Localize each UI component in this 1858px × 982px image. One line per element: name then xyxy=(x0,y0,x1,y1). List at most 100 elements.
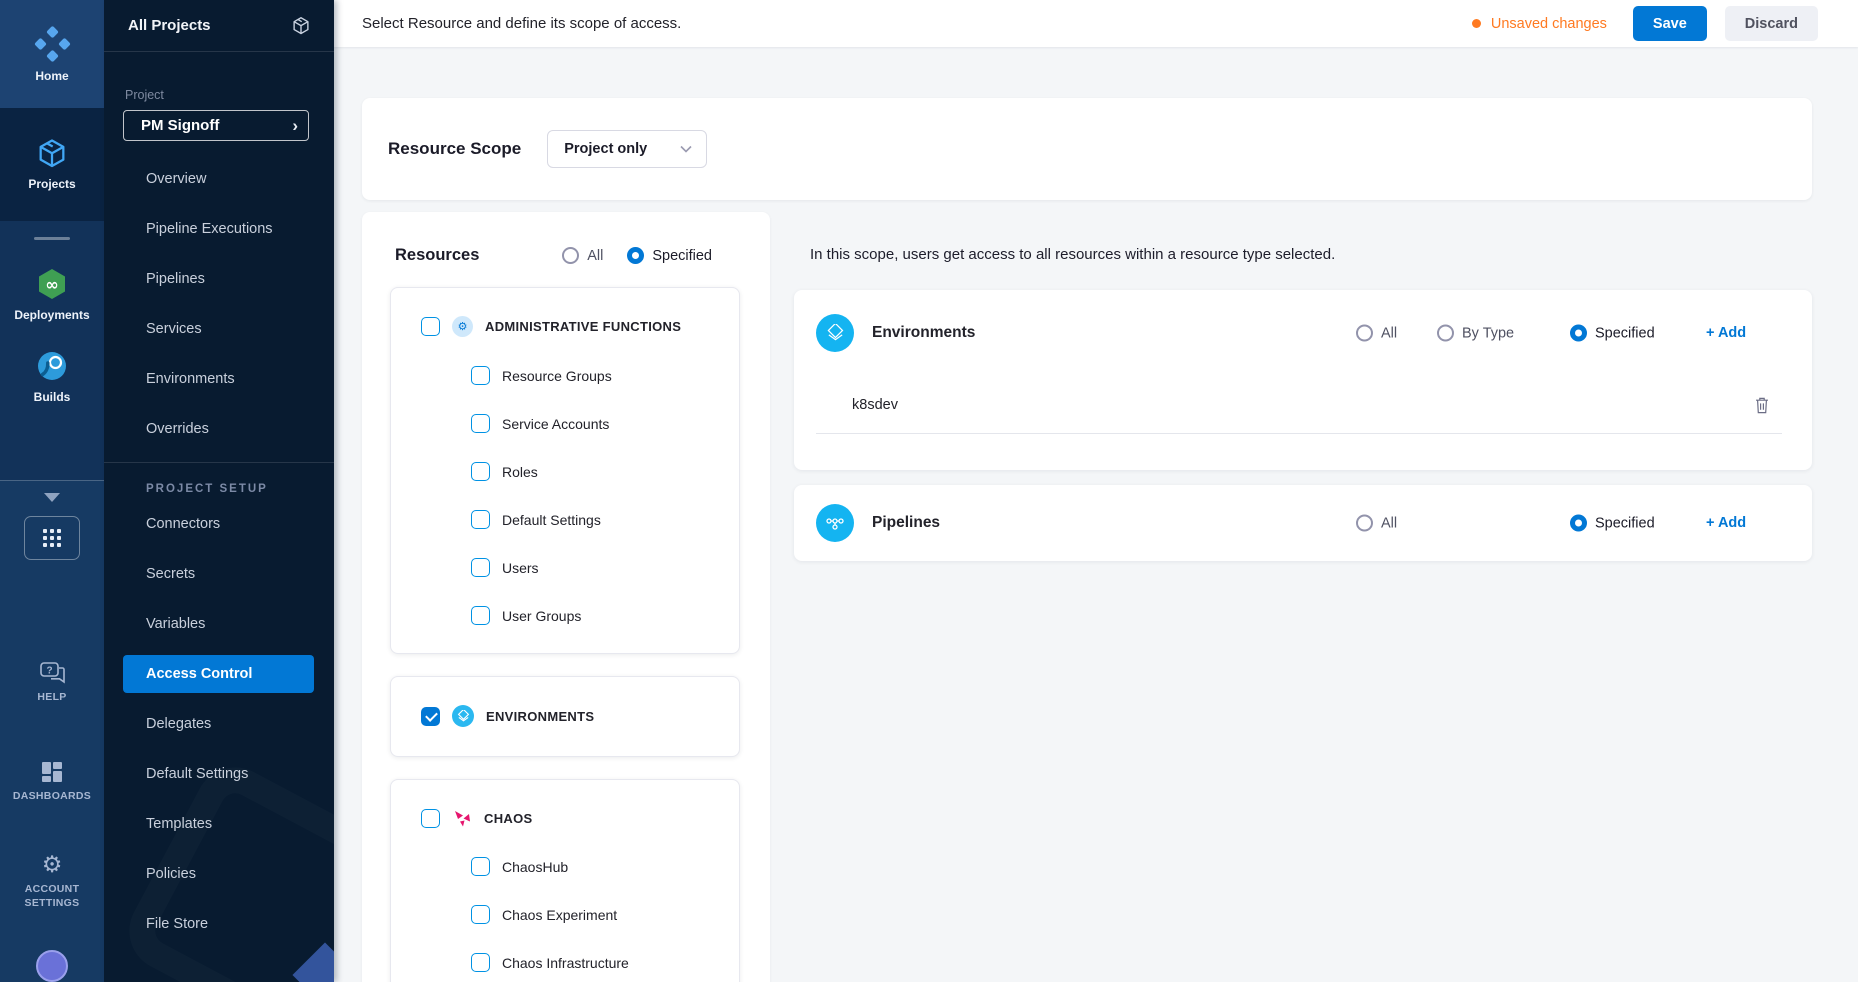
radio-label: All xyxy=(1381,515,1397,531)
env-all-radio[interactable]: All xyxy=(1356,325,1397,342)
environments-checkbox-checked[interactable] xyxy=(421,707,440,726)
scope-card-pipelines: Pipelines All Specified + A xyxy=(794,485,1812,561)
sidebar-item-access-control[interactable]: Access Control xyxy=(123,655,314,693)
rail-item-builds[interactable]: Builds xyxy=(34,348,71,404)
dashboards-icon xyxy=(40,760,64,784)
unsaved-changes-label: Unsaved changes xyxy=(1491,16,1607,32)
pipelines-add-link[interactable]: + Add xyxy=(1706,515,1746,531)
rail-label: Home xyxy=(35,69,68,83)
resource-child-chaos-infrastructure[interactable]: Chaos Infrastructure xyxy=(391,953,739,972)
rail-item-account-settings[interactable]: ⚙ ACCOUNT SETTINGS xyxy=(13,854,91,910)
delete-item-button[interactable] xyxy=(1754,396,1770,414)
gear-icon: ⚙ xyxy=(42,854,63,877)
svg-text:∞: ∞ xyxy=(45,275,58,294)
project-name: PM Signoff xyxy=(141,117,219,134)
unsaved-dot-icon xyxy=(1472,19,1481,28)
env-bytype-radio[interactable]: By Type xyxy=(1437,325,1514,342)
sidebar-item-overview[interactable]: Overview xyxy=(104,154,334,204)
environments-type-icon xyxy=(816,314,854,352)
resource-child-chaoshub[interactable]: ChaosHub xyxy=(391,857,739,876)
env-specified-radio[interactable]: Specified xyxy=(1570,325,1655,342)
rail-item-dashboards[interactable]: DASHBOARDS xyxy=(13,760,91,803)
env-add-link[interactable]: + Add xyxy=(1706,325,1746,341)
sidebar-item-connectors[interactable]: Connectors xyxy=(104,499,334,549)
selected-scope-value: Project only xyxy=(564,141,647,157)
scope-card-header: Pipelines All Specified + A xyxy=(794,485,1812,561)
module-grid-button[interactable] xyxy=(24,516,80,560)
sidebar-header: All Projects xyxy=(104,0,334,52)
sidebar-item-variables[interactable]: Variables xyxy=(104,599,334,649)
resources-specified-radio[interactable]: Specified xyxy=(627,247,712,264)
group-header[interactable]: ⚙ ADMINISTRATIVE FUNCTIONS xyxy=(391,288,739,337)
radio-selected-icon xyxy=(1570,325,1587,342)
resources-all-radio[interactable]: All xyxy=(562,247,603,264)
radio-selected-icon xyxy=(1570,515,1587,532)
rail-item-projects[interactable]: Projects xyxy=(0,108,104,221)
rail-label: Builds xyxy=(34,390,71,404)
sidebar-item-delegates[interactable]: Delegates xyxy=(104,699,334,749)
home-icon xyxy=(33,25,71,63)
resource-scope-label: Resource Scope xyxy=(388,139,521,159)
resource-child-user-groups[interactable]: User Groups xyxy=(391,606,739,625)
sidebar-item-pipelines[interactable]: Pipelines xyxy=(104,254,334,304)
all-projects-link[interactable]: All Projects xyxy=(128,17,211,34)
resource-child-roles[interactable]: Roles xyxy=(391,462,739,481)
collapse-chevron-icon[interactable] xyxy=(44,493,60,502)
project-cube-icon[interactable] xyxy=(290,15,312,37)
resource-group-admin-functions: ⚙ ADMINISTRATIVE FUNCTIONS Resource Grou… xyxy=(390,287,740,654)
checkbox[interactable] xyxy=(471,558,490,577)
user-avatar[interactable] xyxy=(36,950,68,982)
group-name: ENVIRONMENTS xyxy=(486,709,594,724)
radio-selected-icon xyxy=(627,247,644,264)
projects-cube-icon xyxy=(35,137,69,171)
sidebar-item-environments[interactable]: Environments xyxy=(104,354,334,404)
group-header[interactable]: CHAOS xyxy=(391,780,739,828)
columns: Resources All Specified xyxy=(362,212,1858,982)
sidebar-item-overrides[interactable]: Overrides xyxy=(104,404,334,454)
rail-label: Deployments xyxy=(14,308,89,322)
chevron-right-icon: › xyxy=(292,116,298,136)
sidebar-item-secrets[interactable]: Secrets xyxy=(104,549,334,599)
checkbox[interactable] xyxy=(471,462,490,481)
scope-card-environments: Environments All By Type xyxy=(794,290,1812,470)
rail-middle-section: ∞ Deployments Builds xyxy=(0,221,104,481)
admin-functions-checkbox[interactable] xyxy=(421,317,440,336)
radio-label: Specified xyxy=(1595,325,1655,341)
chaos-checkbox[interactable] xyxy=(421,809,440,828)
page-topbar: Select Resource and define its scope of … xyxy=(334,0,1858,47)
project-selector[interactable]: PM Signoff › xyxy=(123,110,309,141)
resource-child-service-accounts[interactable]: Service Accounts xyxy=(391,414,739,433)
checkbox[interactable] xyxy=(471,857,490,876)
child-label: Chaos Experiment xyxy=(502,907,617,923)
sidebar-item-pipeline-executions[interactable]: Pipeline Executions xyxy=(104,204,334,254)
group-header[interactable]: ENVIRONMENTS xyxy=(391,677,739,728)
sidebar-item-services[interactable]: Services xyxy=(104,304,334,354)
discard-button[interactable]: Discard xyxy=(1725,6,1818,41)
rail-item-help[interactable]: ? HELP xyxy=(37,660,66,704)
save-button[interactable]: Save xyxy=(1633,6,1707,41)
pipelines-all-radio[interactable]: All xyxy=(1356,515,1397,532)
rail-item-deployments[interactable]: ∞ Deployments xyxy=(14,266,89,322)
resource-scope-select[interactable]: Project only xyxy=(547,130,707,168)
rail-bottom-section: ? HELP DASHBOARDS ⚙ ACCOUNT SETTINGS xyxy=(0,480,104,982)
checkbox[interactable] xyxy=(471,366,490,385)
project-sidebar: All Projects Project PM Signoff › Overvi… xyxy=(104,0,334,982)
resource-child-users[interactable]: Users xyxy=(391,558,739,577)
rail-label: Projects xyxy=(28,177,75,191)
resource-child-default-settings[interactable]: Default Settings xyxy=(391,510,739,529)
checkbox[interactable] xyxy=(471,905,490,924)
resource-child-chaos-experiment[interactable]: Chaos Experiment xyxy=(391,905,739,924)
child-label: Service Accounts xyxy=(502,416,609,432)
rail-item-home[interactable]: Home xyxy=(0,0,104,108)
svg-text:?: ? xyxy=(46,666,52,677)
grid-icon xyxy=(43,529,61,547)
resource-scope-card: Resource Scope Project only xyxy=(362,98,1812,200)
checkbox[interactable] xyxy=(471,606,490,625)
resource-child-resource-groups[interactable]: Resource Groups xyxy=(391,366,739,385)
child-label: Users xyxy=(502,560,539,576)
pipelines-specified-radio[interactable]: Specified xyxy=(1570,515,1655,532)
scope-card-title: Pipelines xyxy=(872,514,940,532)
checkbox[interactable] xyxy=(471,414,490,433)
checkbox[interactable] xyxy=(471,510,490,529)
checkbox[interactable] xyxy=(471,953,490,972)
